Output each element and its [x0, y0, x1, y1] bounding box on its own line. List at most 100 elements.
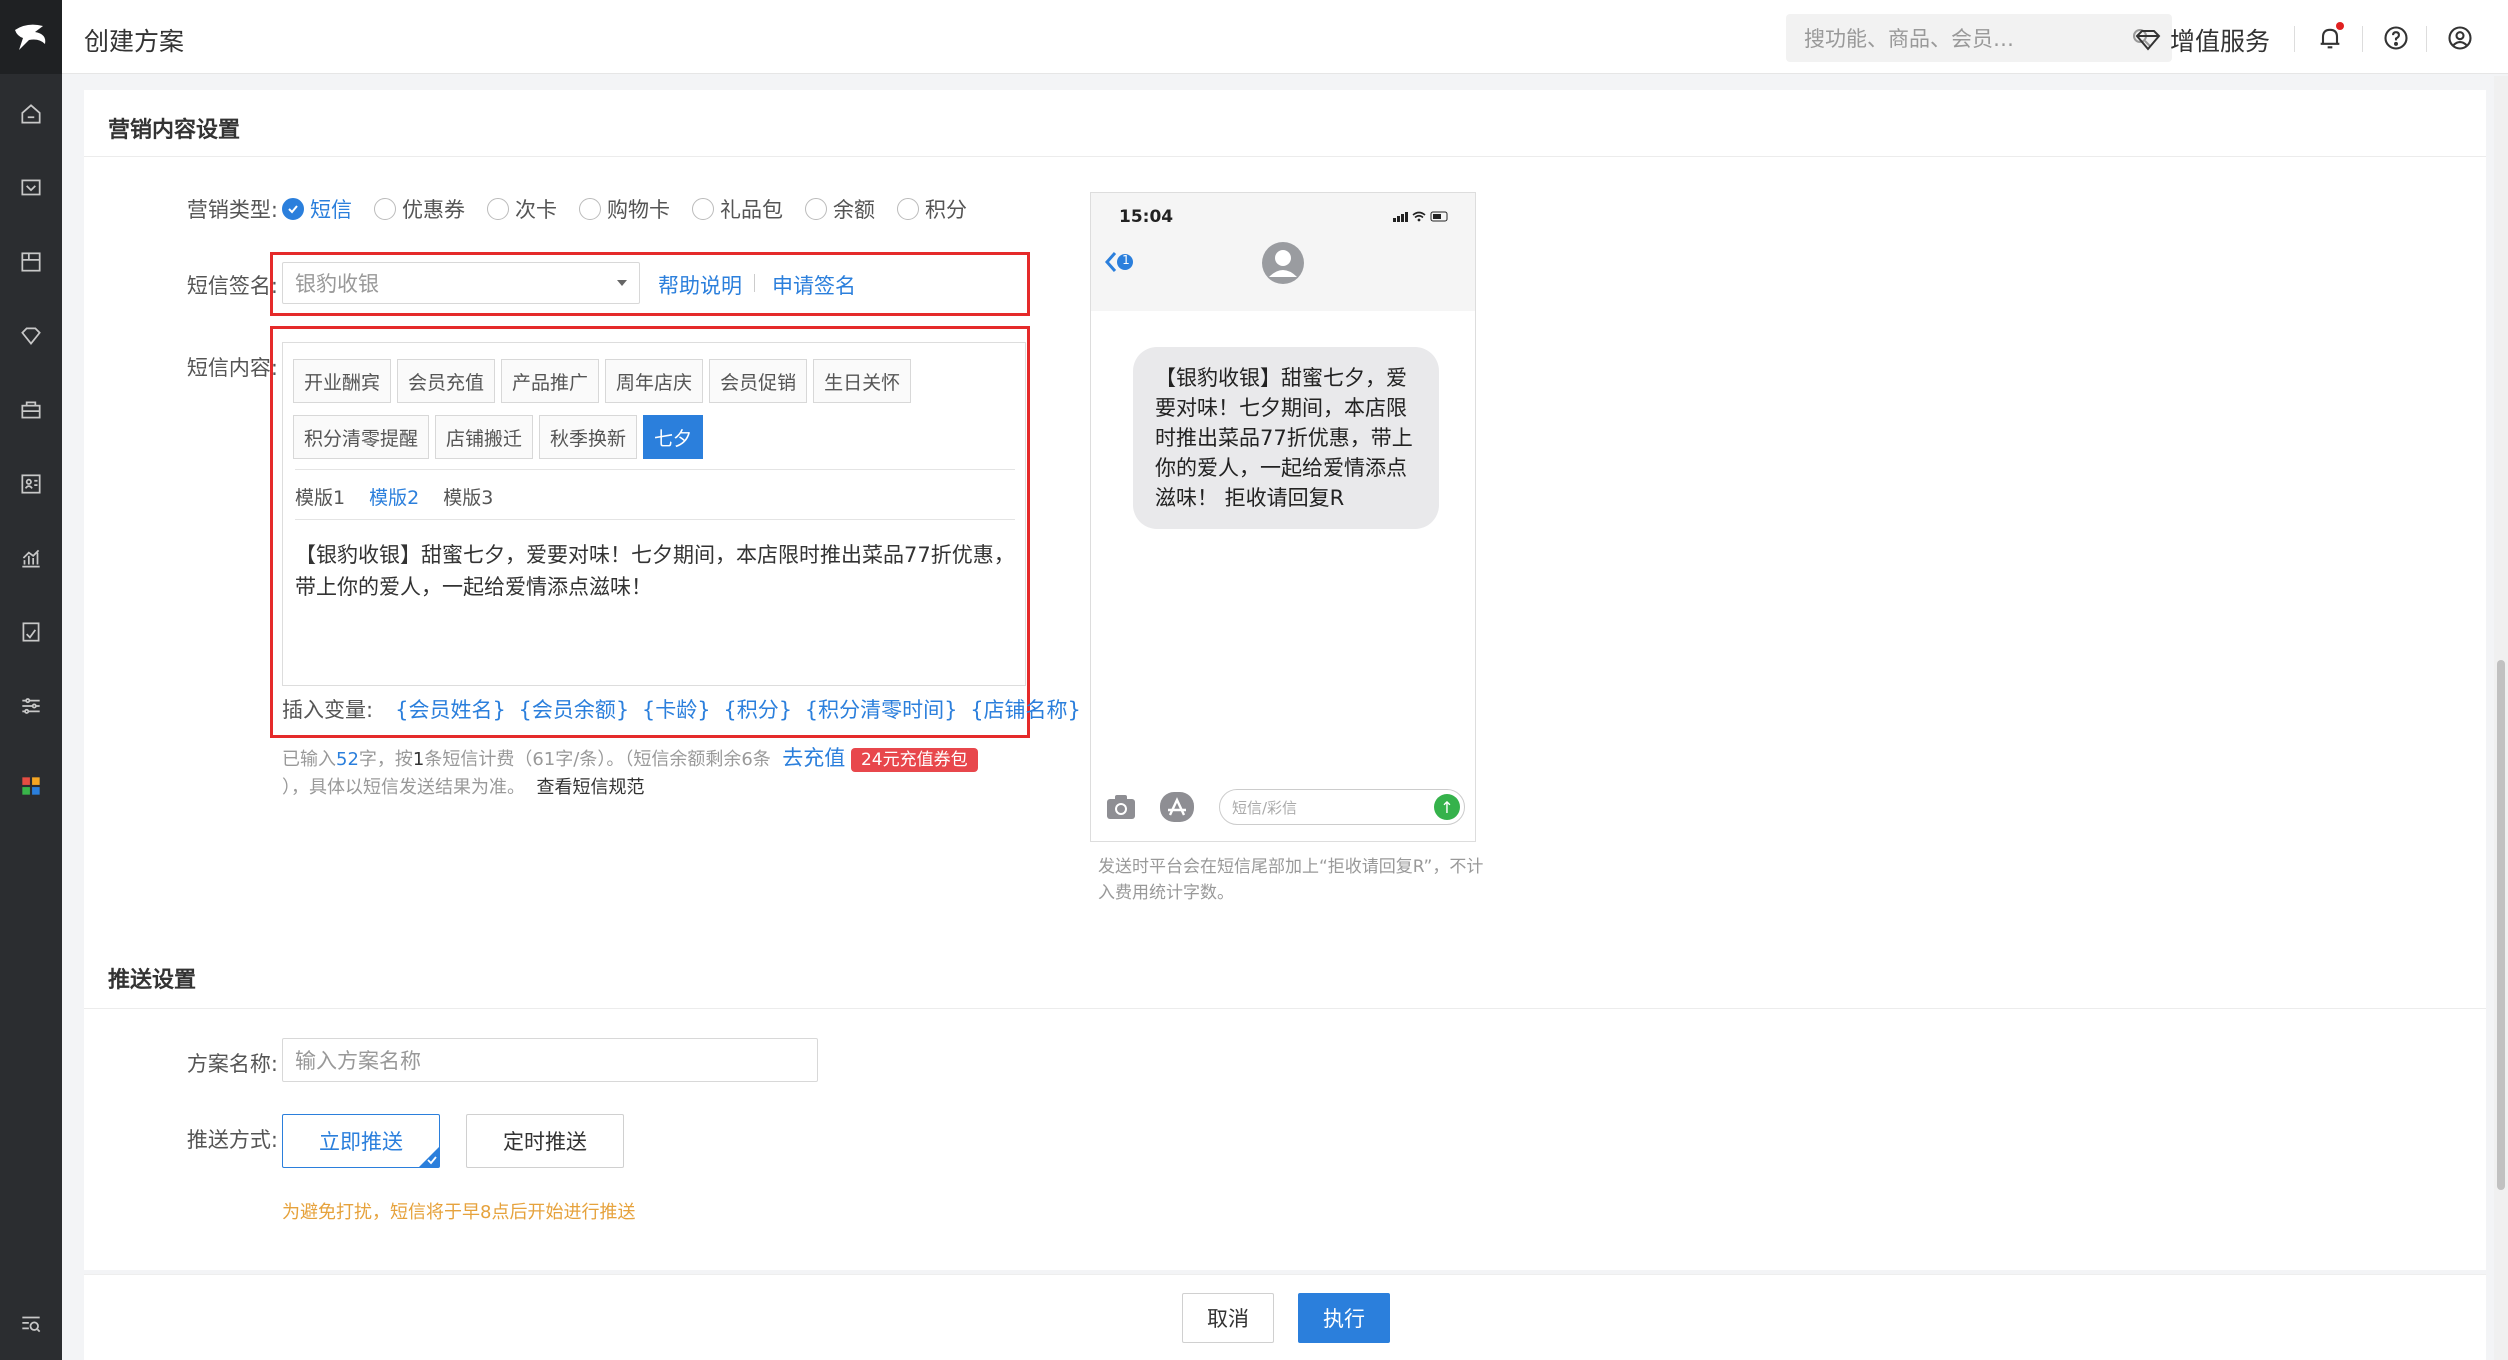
tab-template-3[interactable]: 模版3: [443, 483, 493, 510]
tab-template-1[interactable]: 模版1: [295, 483, 345, 510]
tag-product-promo[interactable]: 产品推广: [501, 359, 600, 403]
radio-label: 次卡: [515, 198, 557, 222]
divider: [754, 274, 755, 292]
radio-label: 短信: [310, 198, 352, 222]
radio-times-card[interactable]: 次卡: [487, 194, 557, 224]
plan-name-input[interactable]: 输入方案名称: [282, 1038, 818, 1082]
cancel-button[interactable]: 取消: [1182, 1293, 1274, 1343]
signature-label: 短信签名:: [186, 274, 278, 298]
radio-gift-pack[interactable]: 礼品包: [692, 194, 783, 224]
home-icon[interactable]: [15, 98, 47, 130]
sms-count-info: 已输入52字，按1条短信计费（61字/条）。（短信余额剩余6条 去充值 24元充…: [282, 744, 978, 802]
push-now-button[interactable]: 立即推送: [282, 1114, 440, 1168]
signature-select[interactable]: 银豹收银: [282, 262, 640, 304]
tag-points-reminder[interactable]: 积分清零提醒: [293, 415, 430, 459]
account-button[interactable]: [2444, 22, 2476, 54]
radio-circle-icon: [374, 198, 396, 220]
phone-input-placeholder: 短信/彩信: [1232, 798, 1298, 817]
tag-autumn-new[interactable]: 秋季换新: [539, 415, 638, 459]
radio-circle-icon: [487, 198, 509, 220]
divider: [295, 469, 1015, 470]
insert-variable-row: 插入变量: {会员姓名} {会员余额} {卡龄} {积分} {积分清零时间} {…: [282, 694, 1087, 724]
execute-button[interactable]: 执行: [1298, 1293, 1390, 1343]
staff-icon[interactable]: [15, 468, 47, 500]
help-link[interactable]: 帮助说明: [658, 270, 742, 300]
product-icon[interactable]: [15, 246, 47, 278]
marketing-type-group: 短信 优惠券 次卡 购物卡 礼品包 余额 积分: [282, 194, 989, 224]
radio-circle-icon: [897, 198, 919, 220]
radio-circle-icon: [805, 198, 827, 220]
radio-shopping-card[interactable]: 购物卡: [579, 194, 670, 224]
push-timed-button[interactable]: 定时推送: [466, 1114, 624, 1168]
marketing-icon[interactable]: [15, 394, 47, 426]
help-button[interactable]: [2380, 22, 2412, 54]
search-menu-icon[interactable]: [15, 1308, 47, 1340]
scrollbar-thumb[interactable]: [2497, 660, 2505, 1190]
tag-birthday[interactable]: 生日关怀: [813, 359, 912, 403]
search-input[interactable]: 搜功能、商品、会员…: [1804, 23, 2130, 53]
apply-signature-link[interactable]: 申请签名: [772, 270, 856, 300]
diamond-icon: [2135, 30, 2161, 51]
var-card-age[interactable]: {卡龄}: [642, 698, 711, 722]
radio-sms[interactable]: 短信: [282, 194, 352, 224]
chevron-down-icon: [617, 280, 627, 286]
tag-member-promo[interactable]: 会员促销: [709, 359, 808, 403]
radio-balance[interactable]: 余额: [805, 194, 875, 224]
document-icon[interactable]: [15, 616, 47, 648]
phone-preview-note: 发送时平台会在短信尾部加上“拒收请回复R”，不计入费用统计字数。: [1098, 857, 1484, 903]
tab-template-2[interactable]: 模版2: [369, 483, 419, 510]
app-logo[interactable]: [0, 0, 62, 74]
sms-rules-link[interactable]: 查看短信规范: [536, 777, 644, 798]
tag-anniversary[interactable]: 周年店庆: [605, 359, 704, 403]
phone-message-input: 短信/彩信 ↑: [1219, 789, 1465, 825]
count-prefix: 已输入: [282, 749, 336, 770]
sms-content-label: 短信内容:: [186, 356, 278, 380]
var-points[interactable]: {积分}: [723, 698, 792, 722]
phone-header: 15:04 1: [1091, 193, 1475, 311]
divider: [84, 1008, 2486, 1009]
push-now-label: 立即推送: [319, 1130, 403, 1154]
radio-coupon[interactable]: 优惠券: [374, 194, 465, 224]
radio-label: 余额: [833, 198, 875, 222]
msg-count: 1: [412, 749, 425, 770]
tag-opening-promo[interactable]: 开业酬宾: [293, 359, 392, 403]
var-points-clear-time[interactable]: {积分清零时间}: [805, 698, 958, 722]
divider: [2426, 26, 2427, 52]
radio-label: 购物卡: [607, 198, 670, 222]
tag-member-recharge[interactable]: 会员充值: [397, 359, 496, 403]
marketing-section-title: 营销内容设置: [108, 118, 241, 143]
notification-button[interactable]: [2314, 22, 2346, 54]
cashier-icon[interactable]: [15, 172, 47, 204]
var-store-name[interactable]: {店铺名称}: [970, 698, 1081, 722]
settings-icon[interactable]: [15, 690, 47, 722]
appstore-icon: [1160, 792, 1194, 822]
radio-points[interactable]: 积分: [897, 194, 967, 224]
member-icon[interactable]: [15, 320, 47, 352]
global-search[interactable]: 搜功能、商品、会员…: [1786, 14, 2172, 62]
footer-bar: 取消 执行: [84, 1274, 2486, 1360]
divider: [295, 519, 1015, 520]
phone-time: 15:04: [1119, 207, 1174, 227]
radio-circle-icon: [692, 198, 714, 220]
apps-grid-icon[interactable]: [15, 770, 47, 802]
sidebar: [0, 0, 62, 1360]
variable-list: {会员姓名} {会员余额} {卡龄} {积分} {积分清零时间} {店铺名称}: [395, 694, 1087, 724]
divider: [2294, 26, 2295, 52]
divider: [84, 156, 2486, 157]
template-tabs: 模版1 模版2 模版3: [295, 483, 517, 510]
var-member-name[interactable]: {会员姓名}: [395, 698, 506, 722]
tag-qixi[interactable]: 七夕: [643, 415, 704, 459]
var-member-balance[interactable]: {会员余额}: [519, 698, 630, 722]
char-count: 52: [336, 749, 359, 770]
recharge-voucher-badge[interactable]: 24元充值券包: [850, 748, 978, 772]
vip-services-button[interactable]: 增值服务: [2134, 22, 2270, 58]
tag-store-relocation[interactable]: 店铺搬迁: [435, 415, 534, 459]
radio-circle-icon: [579, 198, 601, 220]
radio-label: 积分: [925, 198, 967, 222]
message-bubble: 【银豹收银】甜蜜七夕，爱要对味！七夕期间，本店限时推出菜品77折优惠，带上你的爱…: [1133, 347, 1439, 529]
push-method-label: 推送方式:: [186, 1128, 278, 1152]
report-icon[interactable]: [15, 542, 47, 574]
vip-services-label: 增值服务: [2170, 27, 2271, 56]
recharge-link[interactable]: 去充值: [782, 746, 845, 770]
sms-textarea[interactable]: 【银豹收银】甜蜜七夕，爱要对味！七夕期间，本店限时推出菜品77折优惠，带上你的爱…: [295, 539, 1019, 603]
